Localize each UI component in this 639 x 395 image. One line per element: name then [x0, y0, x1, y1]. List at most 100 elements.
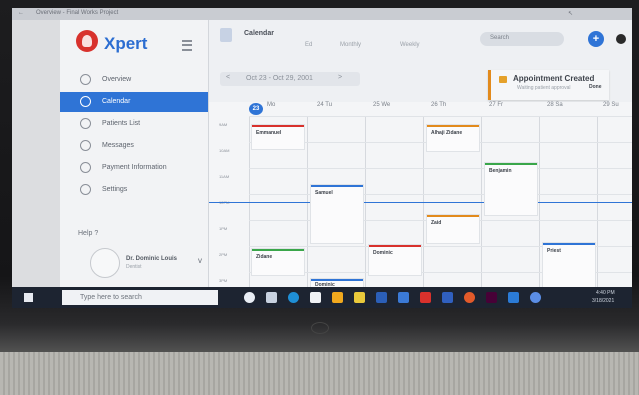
- user-name: Dr. Dominic Louis: [126, 256, 178, 262]
- hp-logo: [311, 322, 329, 334]
- grid-line: [249, 116, 632, 117]
- toast-done-button[interactable]: Done: [589, 84, 602, 90]
- event-card[interactable]: Emmanuel: [251, 124, 305, 150]
- sidebar-item-label: Patients List: [102, 120, 141, 127]
- sidebar-item-label: Overview: [102, 76, 132, 83]
- today-badge[interactable]: 23: [249, 103, 263, 115]
- time-label: 9AM: [219, 122, 228, 127]
- list-icon: [80, 118, 91, 129]
- sidebar: Xpert Overview Calendar Patients List Me…: [60, 20, 209, 288]
- calendar-icon: [220, 28, 232, 42]
- camera-icon: [616, 34, 626, 44]
- clock-date[interactable]: 3/18/2021: [592, 298, 614, 304]
- window-titlebar: ← Overview - Final Works Project ↖: [12, 8, 632, 20]
- page-title: Calendar: [244, 30, 274, 37]
- day-header: 24 Tu: [317, 102, 333, 108]
- day-header: 29 Su: [603, 102, 619, 108]
- sidebar-item-settings[interactable]: Settings: [60, 180, 208, 200]
- app-icon[interactable]: [508, 292, 519, 303]
- back-icon[interactable]: ←: [18, 10, 24, 16]
- event-card[interactable]: Priest: [542, 242, 596, 288]
- notification-icon: [499, 76, 507, 83]
- event-card[interactable]: Dominic: [368, 244, 422, 276]
- time-label: 2PM: [219, 252, 228, 257]
- task-view-icon[interactable]: [266, 292, 277, 303]
- edge-icon[interactable]: [288, 292, 299, 303]
- search-placeholder: Search: [490, 35, 510, 41]
- calendar-grid: 23 Mo 24 Tu 25 We 26 Th 27 Fr 28 Sa 29 S…: [209, 102, 632, 288]
- calendar-icon: [80, 96, 91, 107]
- screen: ← Overview - Final Works Project ↖ Xpert…: [12, 8, 632, 308]
- sidebar-item-calendar[interactable]: Calendar: [60, 92, 208, 112]
- sidebar-item-label: Payment Information: [102, 164, 167, 171]
- date-range-label: Oct 23 - Oct 29, 2001: [246, 75, 313, 82]
- avatar[interactable]: [90, 248, 120, 278]
- tab-monthly[interactable]: Monthly: [340, 42, 361, 48]
- day-header: 27 Fr: [489, 102, 504, 108]
- day-header: Mo: [267, 102, 276, 108]
- app-icon[interactable]: [398, 292, 409, 303]
- event-card[interactable]: Samuel: [310, 184, 364, 244]
- word-icon[interactable]: [376, 292, 387, 303]
- grid-line: [249, 168, 632, 169]
- date-range-selector: < Oct 23 - Oct 29, 2001 >: [220, 72, 360, 86]
- user-role: Dentist: [126, 264, 142, 270]
- time-label: 3PM: [219, 278, 228, 283]
- tab-ed[interactable]: Ed: [305, 42, 312, 48]
- day-header: 28 Sa: [547, 102, 563, 108]
- keyboard: [0, 352, 639, 395]
- event-card[interactable]: Zaid: [426, 214, 480, 244]
- vlc-icon[interactable]: [332, 292, 343, 303]
- taskbar-search-input[interactable]: Type here to search: [62, 290, 218, 305]
- sidebar-item-label: Settings: [102, 186, 128, 193]
- chevron-down-icon[interactable]: v: [198, 256, 202, 265]
- tab-weekly[interactable]: Weekly: [400, 42, 420, 48]
- dashboard-icon: [80, 74, 91, 85]
- taskbar: Type here to search 4:40 PM 3/18/2021: [12, 287, 632, 308]
- sidebar-item-label: Messages: [102, 142, 134, 149]
- help-link[interactable]: Help ?: [78, 230, 98, 237]
- sidebar-item-messages[interactable]: Messages: [60, 136, 208, 156]
- time-label: 1PM: [219, 226, 228, 231]
- dollar-icon: [80, 162, 91, 173]
- sidebar-item-overview[interactable]: Overview: [60, 70, 208, 90]
- toast-subtitle: Waiting patient approval: [517, 85, 571, 91]
- chat-icon: [80, 140, 91, 151]
- mail-icon[interactable]: [442, 292, 453, 303]
- taskbar-search-placeholder: Type here to search: [80, 294, 142, 301]
- current-time-line: [209, 202, 632, 203]
- search-input[interactable]: Search: [480, 32, 564, 46]
- add-button[interactable]: +: [588, 31, 604, 47]
- day-header: 25 We: [373, 102, 391, 108]
- xd-icon[interactable]: [486, 292, 497, 303]
- cursor-icon: ↖: [568, 11, 574, 17]
- windows-start-icon[interactable]: [24, 293, 33, 302]
- time-label: 11AM: [219, 174, 230, 179]
- chevron-right-icon[interactable]: >: [338, 74, 342, 81]
- sidebar-item-patients[interactable]: Patients List: [60, 114, 208, 134]
- cortana-icon[interactable]: [244, 292, 255, 303]
- app-icon[interactable]: [420, 292, 431, 303]
- grid-line: [249, 194, 632, 195]
- event-card[interactable]: Zidane: [251, 248, 305, 276]
- event-card[interactable]: Alhaji Zidane: [426, 124, 480, 152]
- gear-icon: [80, 184, 91, 195]
- sidebar-item-payment[interactable]: Payment Information: [60, 158, 208, 178]
- app-window: Xpert Overview Calendar Patients List Me…: [60, 20, 632, 288]
- event-card[interactable]: Benjamin: [484, 162, 538, 216]
- clock-time[interactable]: 4:40 PM: [596, 290, 615, 296]
- window-title: Overview - Final Works Project: [36, 10, 119, 16]
- app-logo-text: Xpert: [104, 34, 148, 53]
- sidebar-item-label: Calendar: [102, 98, 131, 105]
- appointment-toast: Appointment Created Waiting patient appr…: [488, 70, 609, 100]
- folder-icon[interactable]: [354, 292, 365, 303]
- logo-icon: [76, 30, 98, 52]
- firefox-icon[interactable]: [464, 292, 475, 303]
- hamburger-icon[interactable]: [182, 40, 192, 51]
- day-header: 26 Th: [431, 102, 447, 108]
- app-icon[interactable]: [530, 292, 541, 303]
- toast-title: Appointment Created: [513, 74, 595, 83]
- store-icon[interactable]: [310, 292, 321, 303]
- chevron-left-icon[interactable]: <: [226, 74, 230, 81]
- time-label: 10AM: [219, 148, 230, 153]
